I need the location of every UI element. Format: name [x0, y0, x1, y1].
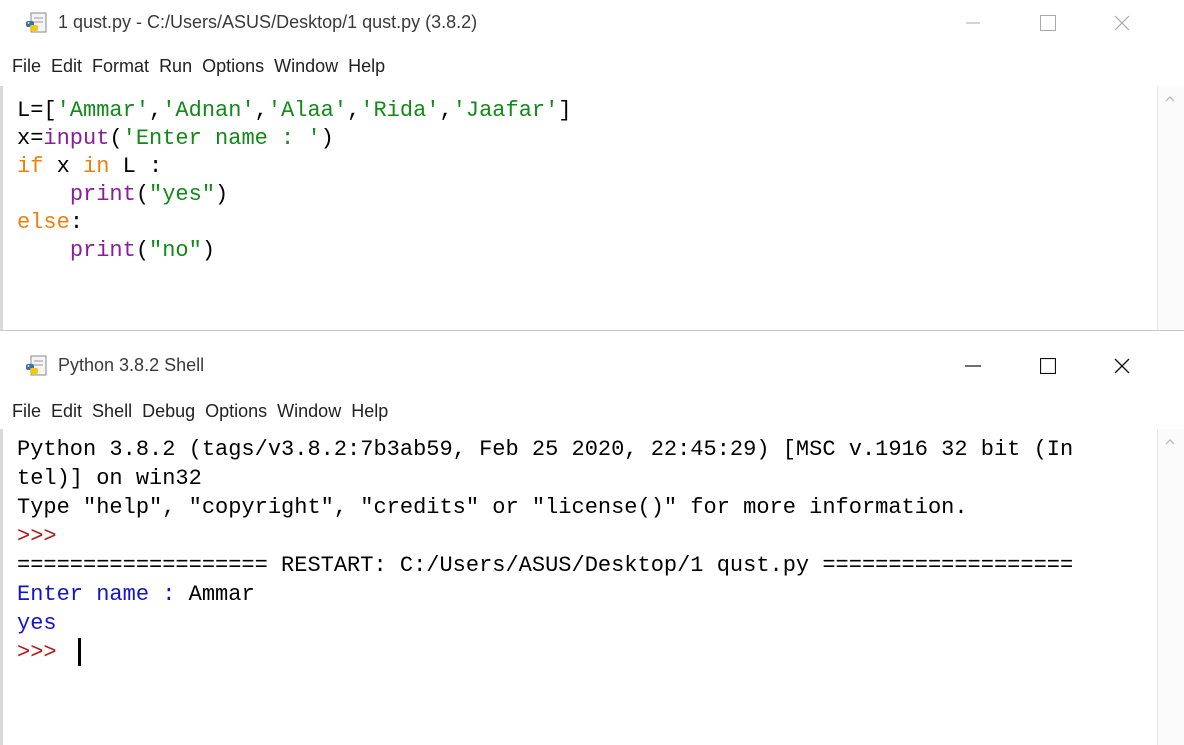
code-token: L=[	[17, 98, 57, 123]
console-line: Enter name : Ammar	[17, 582, 255, 608]
code-token: 'Rida'	[360, 98, 440, 123]
code-token: else	[17, 210, 70, 235]
console-line: =================== RESTART: C:/Users/AS…	[17, 553, 1073, 579]
close-icon	[1114, 358, 1130, 374]
menu-debug[interactable]: Debug	[142, 401, 195, 422]
shell-minimize-button[interactable]	[943, 343, 1003, 389]
menu-options[interactable]: Options	[202, 56, 264, 77]
console-line: >>>	[17, 640, 70, 666]
code-token: (	[135, 238, 150, 263]
menu-edit[interactable]: Edit	[51, 401, 82, 422]
code-token: )	[320, 126, 334, 151]
shell-scrollbar[interactable]	[1157, 429, 1184, 745]
code-token: 'Adnan'	[162, 98, 255, 123]
editor-window: 1 qust.py - C:/Users/ASUS/Desktop/1 qust…	[0, 0, 1184, 330]
code-line: print("no")	[17, 238, 215, 264]
code-token: x=	[17, 126, 44, 151]
shell-menubar: File Edit Shell Debug Options Window Hel…	[0, 393, 1184, 429]
editor-titlebar[interactable]: 1 qust.py - C:/Users/ASUS/Desktop/1 qust…	[0, 0, 1184, 46]
code-token: 'Jaafar'	[452, 98, 559, 123]
code-line: L=['Ammar','Adnan','Alaa','Rida','Jaafar…	[17, 98, 572, 124]
code-line: x=input('Enter name : ')	[17, 126, 334, 152]
shell-window: Python 3.8.2 Shell File Edit Shell Debug…	[0, 330, 1184, 745]
console-line: Python 3.8.2 (tags/v3.8.2:7b3ab59, Feb 2…	[17, 437, 1073, 463]
code-token: 'Ammar'	[56, 98, 150, 123]
code-token: if	[17, 154, 44, 179]
menu-window[interactable]: Window	[274, 56, 338, 77]
maximize-button[interactable]	[1018, 0, 1078, 46]
python-file-icon	[26, 12, 47, 33]
close-button[interactable]	[1092, 0, 1152, 46]
editor-menubar: File Edit Format Run Options Window Help	[0, 46, 1184, 86]
code-token: Type "help", "copyright", "credits" or "…	[17, 495, 968, 520]
code-token: "yes"	[149, 182, 216, 207]
minimize-icon	[966, 22, 980, 24]
menu-options[interactable]: Options	[205, 401, 267, 422]
code-token: ,	[254, 98, 268, 123]
code-token: 'Enter name : '	[122, 126, 321, 151]
code-line: else:	[17, 210, 83, 236]
minimize-icon	[965, 365, 981, 367]
scroll-up-icon[interactable]	[1165, 437, 1175, 447]
code-token: Enter name :	[17, 582, 189, 607]
code-token: print	[69, 182, 136, 207]
menu-run[interactable]: Run	[159, 56, 192, 77]
console-line: tel)] on win32	[17, 466, 202, 492]
code-token: (	[135, 182, 150, 207]
code-token: :	[69, 210, 84, 235]
menu-file[interactable]: File	[12, 401, 41, 422]
code-token: in	[83, 154, 110, 179]
code-token: x	[43, 154, 84, 179]
minimize-button[interactable]	[943, 0, 1003, 46]
code-editor[interactable]: L=['Ammar','Adnan','Alaa','Rida','Jaafar…	[0, 86, 1158, 330]
code-token: (	[109, 126, 123, 151]
code-token: >>>	[17, 524, 57, 549]
menu-window[interactable]: Window	[277, 401, 341, 422]
menu-shell[interactable]: Shell	[92, 401, 132, 422]
shell-close-button[interactable]	[1092, 343, 1152, 389]
console-line: Type "help", "copyright", "credits" or "…	[17, 495, 968, 521]
scroll-up-icon[interactable]	[1165, 94, 1175, 104]
menu-help[interactable]: Help	[348, 56, 385, 77]
shell-titlebar[interactable]: Python 3.8.2 Shell	[0, 343, 1184, 389]
code-token: ,	[439, 98, 453, 123]
code-token: 'Alaa'	[267, 98, 348, 123]
console-line: >>>	[17, 524, 57, 550]
code-token: "no"	[149, 238, 202, 263]
close-icon	[1114, 15, 1130, 31]
menu-file[interactable]: File	[12, 56, 41, 77]
code-token: Ammar	[188, 582, 255, 607]
code-token: )	[201, 238, 216, 263]
console-line: yes	[17, 611, 57, 637]
shell-console[interactable]: Python 3.8.2 (tags/v3.8.2:7b3ab59, Feb 2…	[0, 429, 1158, 745]
code-token: input	[43, 126, 110, 151]
python-shell-icon	[26, 355, 47, 376]
code-line: print("yes")	[17, 182, 228, 208]
menu-edit[interactable]: Edit	[51, 56, 82, 77]
editor-window-title: 1 qust.py - C:/Users/ASUS/Desktop/1 qust…	[58, 12, 478, 32]
shell-window-title: Python 3.8.2 Shell	[58, 355, 205, 375]
code-token: L :	[109, 154, 163, 179]
code-token: >>>	[17, 640, 70, 665]
code-token: ,	[149, 98, 163, 123]
code-token: )	[215, 182, 229, 207]
code-token: print	[69, 238, 136, 263]
menu-help[interactable]: Help	[351, 401, 388, 422]
code-token: =================== RESTART: C:/Users/AS…	[17, 553, 1074, 578]
code-token: tel)] on win32	[17, 466, 202, 491]
shell-maximize-button[interactable]	[1018, 343, 1078, 389]
code-token: yes	[17, 611, 57, 636]
maximize-icon	[1040, 358, 1056, 374]
editor-scrollbar[interactable]	[1157, 86, 1184, 330]
menu-format[interactable]: Format	[92, 56, 149, 77]
maximize-icon	[1040, 15, 1056, 31]
code-line: if x in L :	[17, 154, 162, 180]
code-token: ]	[558, 98, 572, 123]
code-token: Python 3.8.2 (tags/v3.8.2:7b3ab59, Feb 2…	[17, 437, 1074, 462]
text-cursor	[78, 638, 81, 666]
code-token: ,	[347, 98, 361, 123]
